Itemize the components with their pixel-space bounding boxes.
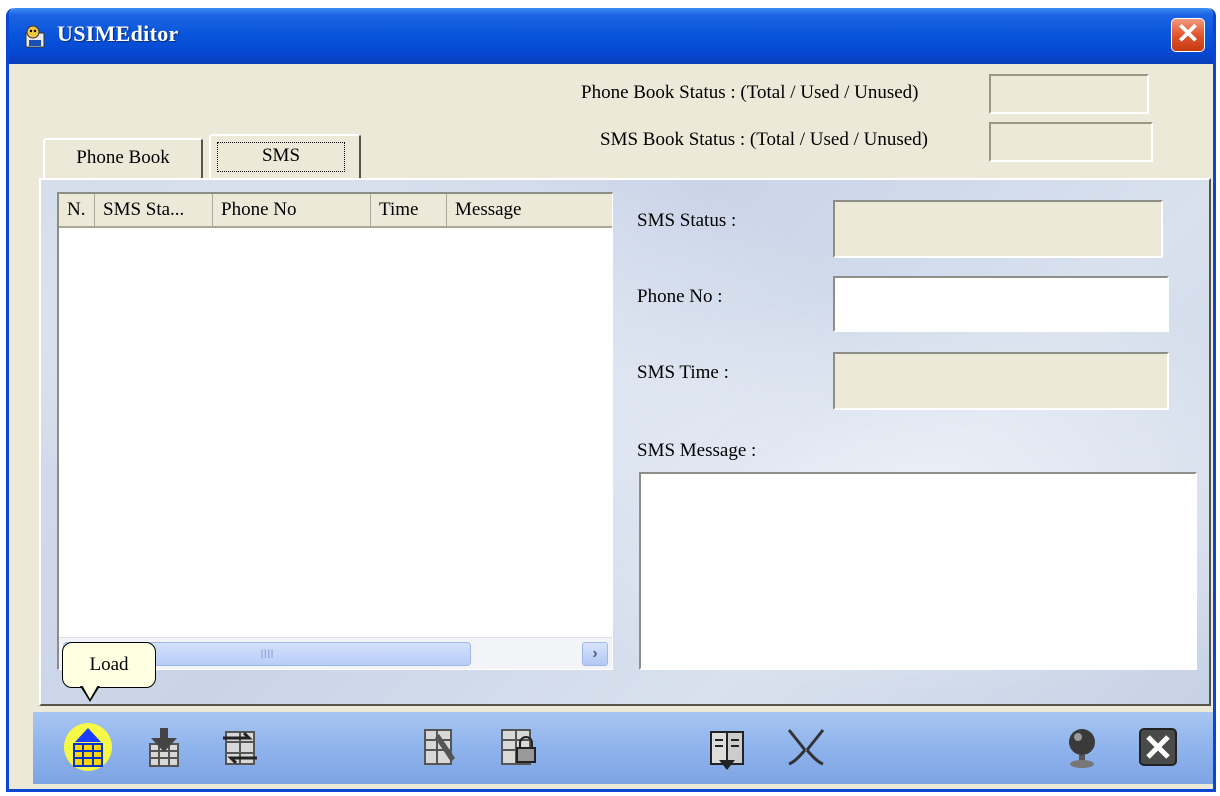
phonebook-status-label: Phone Book Status : (Total / Used / Unus…: [581, 82, 919, 103]
scroll-right-button[interactable]: ›: [582, 642, 608, 666]
column-message[interactable]: Message: [447, 194, 611, 226]
book-button[interactable]: [703, 722, 753, 772]
column-time[interactable]: Time: [371, 194, 447, 226]
phonebook-status-field: [989, 74, 1149, 114]
tab-sms[interactable]: SMS: [209, 134, 361, 180]
column-number[interactable]: N.: [59, 194, 95, 226]
sms-time-field-label: SMS Time :: [637, 362, 729, 383]
sms-status-field: [989, 122, 1153, 162]
disconnect-icon: [787, 729, 825, 766]
chevron-right-icon: ›: [592, 645, 598, 662]
column-sms-status[interactable]: SMS Sta...: [95, 194, 213, 226]
tab-phone-book[interactable]: Phone Book: [43, 138, 203, 178]
sms-message-textarea[interactable]: [639, 472, 1197, 670]
load-button[interactable]: [63, 722, 113, 772]
tooltip-tail-fill: [82, 685, 98, 699]
app-icon: [25, 25, 45, 48]
save-button[interactable]: [139, 722, 189, 772]
close-window-button[interactable]: ✕: [1171, 18, 1205, 52]
sms-status-field-label: SMS Status :: [637, 210, 737, 231]
title-bar[interactable]: USIMEditor ✕: [9, 8, 1213, 64]
app-window: USIMEditor ✕ Phone Book Status : (Total …: [6, 8, 1216, 792]
bottom-toolbar: [33, 712, 1213, 784]
sms-list[interactable]: N. SMS Sta... Phone No Time Message IIII…: [57, 192, 613, 670]
lock-button[interactable]: [493, 722, 543, 772]
phone-no-field-label: Phone No :: [637, 286, 723, 307]
edit-icon: [424, 729, 455, 765]
sms-status-value: [833, 200, 1163, 258]
transfer-icon: [223, 731, 257, 765]
tab-sms-label: SMS: [217, 142, 345, 172]
lock-icon: [501, 729, 536, 765]
edit-button[interactable]: [415, 722, 465, 772]
sms-message-field-label: SMS Message :: [637, 440, 757, 461]
sms-panel: N. SMS Sta... Phone No Time Message IIII…: [39, 178, 1211, 706]
globe-button[interactable]: [1057, 722, 1107, 772]
column-phone-no[interactable]: Phone No: [213, 194, 371, 226]
transfer-button[interactable]: [215, 722, 265, 772]
globe-icon: [1069, 729, 1095, 768]
close-icon: ✕: [1176, 18, 1200, 49]
disconnect-button[interactable]: [781, 722, 831, 772]
exit-icon: [1139, 728, 1177, 766]
save-icon: [149, 728, 179, 767]
window-title: USIMEditor: [57, 21, 179, 46]
sms-time-value: [833, 352, 1169, 410]
exit-button[interactable]: [1133, 722, 1183, 772]
load-tooltip: Load: [62, 642, 156, 688]
list-header: N. SMS Sta... Phone No Time Message: [59, 194, 612, 228]
load-icon: [64, 723, 112, 771]
phone-no-input[interactable]: [833, 276, 1169, 332]
sms-status-label: SMS Book Status : (Total / Used / Unused…: [600, 129, 929, 150]
book-icon: [710, 731, 744, 770]
